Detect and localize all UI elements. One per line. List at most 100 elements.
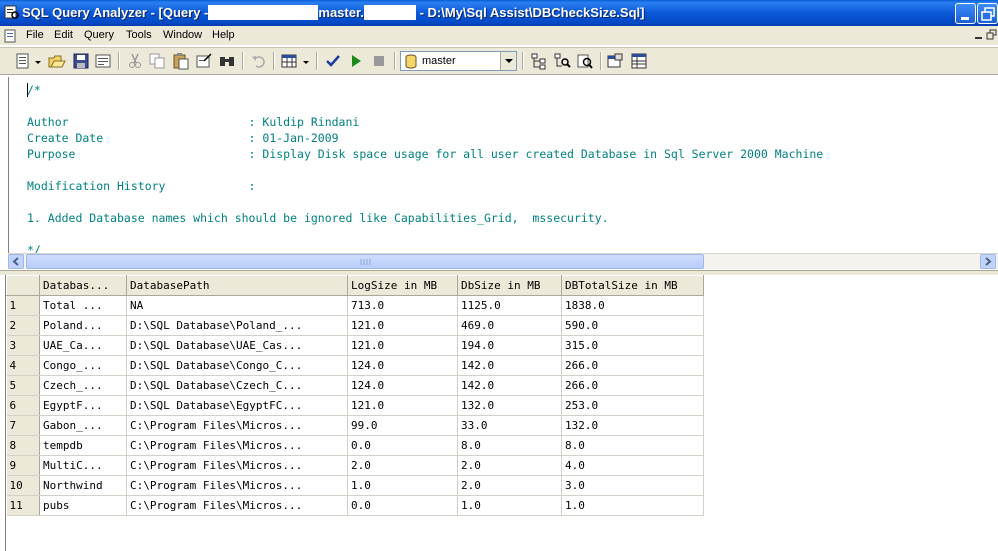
table-cell[interactable]: 142.0 [457,375,562,396]
row-number[interactable]: 3 [6,335,40,356]
table-cell[interactable]: D:\SQL Database\UAE_Cas... [126,335,348,356]
object-search-icon[interactable] [553,52,571,70]
table-cell[interactable]: EgyptF... [39,395,127,416]
table-row[interactable]: 5 Czech_... D:\SQL Database\Czech_C... 124.… [6,375,704,396]
table-cell[interactable]: 4.0 [561,455,704,476]
table-cell[interactable]: Northwind [39,475,127,496]
find-icon[interactable] [218,52,236,70]
menu-edit[interactable]: Edit [54,29,73,41]
cancel-query-icon[interactable] [370,52,388,70]
table-row[interactable]: 2 Poland... D:\SQL Database\Poland_... 121.… [6,315,704,336]
table-cell[interactable]: 1.0 [347,475,458,496]
maximize-button[interactable] [977,3,998,24]
column-header[interactable]: DatabasePath [126,275,348,296]
mdi-minimize-button[interactable] [973,28,985,42]
show-execution-plan-icon[interactable] [576,52,594,70]
scroll-thumb[interactable] [26,254,704,269]
show-results-pane-icon[interactable] [630,52,648,70]
table-cell[interactable]: D:\SQL Database\Czech_C... [126,375,348,396]
insert-template-icon[interactable] [195,52,213,70]
table-cell[interactable]: 124.0 [347,355,458,376]
query-editor[interactable]: /* Author : Kuldip Rindani Create Date :… [8,77,998,253]
table-cell[interactable]: 121.0 [347,395,458,416]
execute-query-icon[interactable] [347,52,365,70]
table-cell[interactable]: 713.0 [347,295,458,316]
table-row[interactable]: 3 UAE_Ca... D:\SQL Database\UAE_Cas... 121.… [6,335,704,356]
undo-icon[interactable] [250,52,268,70]
dropdown-arrow-icon[interactable] [302,52,310,70]
row-number[interactable]: 9 [6,455,40,476]
menu-query[interactable]: Query [84,29,114,41]
table-cell[interactable]: NA [126,295,348,316]
table-cell[interactable]: C:\Program Files\Micros... [126,415,348,436]
menu-help[interactable]: Help [212,29,235,41]
table-cell[interactable]: 1.0 [457,495,562,516]
document-icon[interactable] [4,29,18,43]
table-row[interactable]: 4 Congo_... D:\SQL Database\Congo_C... 124.… [6,355,704,376]
table-row[interactable]: 7 Gabon_... C:\Program Files\Micros... 99.0… [6,415,704,436]
table-cell[interactable]: 8.0 [561,435,704,456]
scroll-left-button[interactable] [8,254,24,269]
table-cell[interactable]: 2.0 [347,455,458,476]
table-cell[interactable]: C:\Program Files\Micros... [126,495,348,516]
properties-icon[interactable] [606,52,624,70]
load-script-icon[interactable] [94,52,112,70]
table-cell[interactable]: 99.0 [347,415,458,436]
row-number[interactable]: 10 [6,475,40,496]
mdi-restore-button[interactable] [986,28,998,42]
copy-icon[interactable] [148,52,166,70]
horizontal-scrollbar[interactable] [8,253,998,269]
table-cell[interactable]: 1125.0 [457,295,562,316]
table-cell[interactable]: UAE_Ca... [39,335,127,356]
column-header[interactable]: DBTotalSize in MB [561,275,704,296]
table-cell[interactable]: 121.0 [347,315,458,336]
table-cell[interactable]: C:\Program Files\Micros... [126,455,348,476]
table-cell[interactable]: 124.0 [347,375,458,396]
table-cell[interactable]: 121.0 [347,335,458,356]
row-number[interactable]: 6 [6,395,40,416]
row-number[interactable]: 7 [6,415,40,436]
menu-window[interactable]: Window [163,29,202,41]
table-cell[interactable]: Total ... [39,295,127,316]
results-grid-icon[interactable] [280,52,298,70]
table-row[interactable]: 11 pubs C:\Program Files\Micros... 0.0 1.0 1.… [6,495,704,516]
table-cell[interactable]: D:\SQL Database\EgyptFC... [126,395,348,416]
table-cell[interactable]: D:\SQL Database\Poland_... [126,315,348,336]
table-cell[interactable]: C:\Program Files\Micros... [126,475,348,496]
table-cell[interactable]: 590.0 [561,315,704,336]
table-cell[interactable]: 8.0 [457,435,562,456]
results-grid[interactable]: Databas... DatabasePath LogSize in MB Db… [5,275,998,551]
row-number[interactable]: 11 [6,495,40,516]
table-cell[interactable]: 0.0 [347,435,458,456]
table-cell[interactable]: 2.0 [457,455,562,476]
table-cell[interactable]: 142.0 [457,355,562,376]
table-cell[interactable]: pubs [39,495,127,516]
table-cell[interactable]: Czech_... [39,375,127,396]
table-cell[interactable]: 315.0 [561,335,704,356]
open-folder-icon[interactable] [48,52,66,70]
minimize-button[interactable] [955,3,976,24]
table-cell[interactable]: tempdb [39,435,127,456]
chevron-down-icon[interactable] [500,52,516,70]
object-browser-icon[interactable] [530,52,548,70]
table-cell[interactable]: 132.0 [457,395,562,416]
column-header[interactable]: DbSize in MB [457,275,562,296]
table-cell[interactable]: 33.0 [457,415,562,436]
table-row[interactable]: 1 Total ... NA 713.0 1125.0 1838.0 [6,295,704,316]
column-header[interactable]: Databas... [39,275,127,296]
table-cell[interactable]: 266.0 [561,375,704,396]
save-icon[interactable] [72,52,90,70]
row-number[interactable]: 2 [6,315,40,336]
menu-file[interactable]: File [26,29,44,41]
table-cell[interactable]: 253.0 [561,395,704,416]
new-query-icon[interactable] [14,52,32,70]
parse-query-icon[interactable] [324,52,342,70]
table-cell[interactable]: 1.0 [561,495,704,516]
paste-icon[interactable] [172,52,190,70]
database-select[interactable]: master [400,51,517,71]
row-number[interactable]: 5 [6,375,40,396]
cut-icon[interactable] [126,52,144,70]
table-cell[interactable]: 3.0 [561,475,704,496]
table-cell[interactable]: 0.0 [347,495,458,516]
table-cell[interactable]: 194.0 [457,335,562,356]
